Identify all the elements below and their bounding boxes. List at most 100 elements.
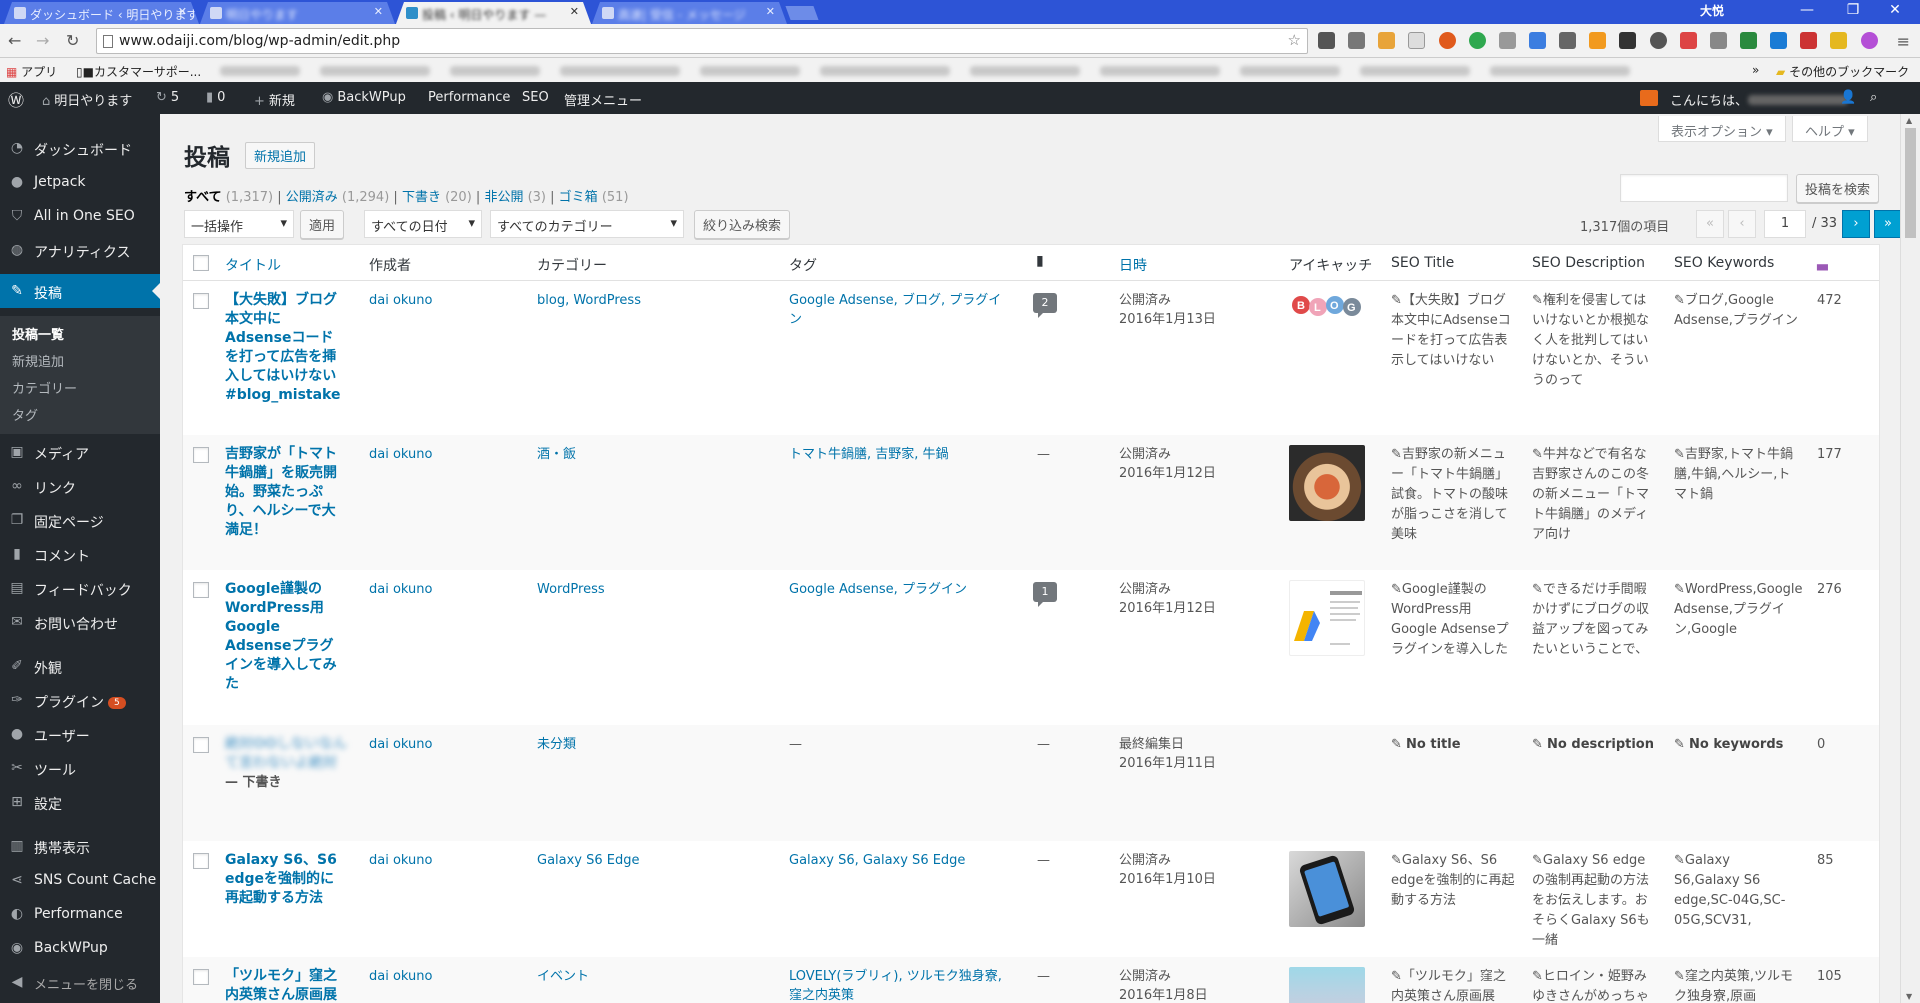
extension-icon[interactable]: [1559, 32, 1577, 49]
tag-link[interactable]: トマト牛鍋膳, 吉野家, 牛鍋: [789, 447, 949, 462]
row-checkbox[interactable]: [193, 737, 209, 753]
extension-icon[interactable]: [1739, 32, 1757, 49]
pencil-icon[interactable]: ✎: [1674, 969, 1685, 984]
author-link[interactable]: dai okuno: [369, 582, 432, 597]
extension-icon[interactable]: [1800, 32, 1818, 49]
bulk-action-select[interactable]: 一括操作: [184, 210, 294, 238]
sidebar-collapse-menu[interactable]: ◀ メニューを閉じる: [0, 965, 160, 999]
extension-icon[interactable]: [1770, 32, 1788, 49]
comments-link[interactable]: ▮ 0: [206, 90, 225, 105]
post-title-link[interactable]: 【大失敗】ブログ本文中にAdsenseコードを打って広告を挿入してはいけない #…: [225, 291, 347, 405]
close-icon[interactable]: ✕: [766, 5, 775, 18]
amazon-icon[interactable]: [1589, 32, 1607, 49]
tag-link[interactable]: LOVELY(ラブリィ), ツルモク独身寮, 窪之内英策: [789, 969, 1002, 1003]
minimize-icon[interactable]: —: [1784, 2, 1830, 18]
sidebar-item-performance[interactable]: ◐ Performance: [0, 897, 160, 931]
filter-published[interactable]: 公開済み: [286, 190, 338, 205]
sidebar-item-posts[interactable]: ✎ 投稿: [0, 274, 160, 308]
star-icon[interactable]: ☆: [1288, 31, 1301, 49]
pencil-icon[interactable]: ✎: [1532, 737, 1543, 752]
close-icon[interactable]: ✕: [178, 5, 187, 18]
browser-tab-blog[interactable]: 明日やります ✕: [200, 2, 395, 24]
sidebar-item-analytics[interactable]: ◍ アナリティクス: [0, 233, 160, 267]
close-icon[interactable]: ✕: [374, 5, 383, 18]
first-page-button[interactable]: «: [1696, 210, 1724, 238]
submenu-tags[interactable]: タグ: [12, 405, 38, 424]
author-link[interactable]: dai okuno: [369, 293, 432, 308]
author-link[interactable]: dai okuno: [369, 737, 432, 752]
pencil-icon[interactable]: ✎: [1674, 293, 1685, 308]
close-icon[interactable]: ✕: [570, 5, 579, 18]
sidebar-item-settings[interactable]: ⊞ 設定: [0, 785, 160, 819]
column-date[interactable]: 日時: [1119, 255, 1147, 275]
current-page-input[interactable]: 1: [1764, 210, 1806, 238]
sidebar-item-media[interactable]: ▣ メディア: [0, 435, 160, 469]
pencil-icon[interactable]: ✎: [1391, 582, 1402, 597]
category-link[interactable]: イベント: [537, 969, 589, 984]
comment-count-badge[interactable]: 1: [1033, 582, 1057, 607]
cast-icon[interactable]: [1498, 32, 1516, 49]
extension-icon[interactable]: [1408, 32, 1426, 49]
post-title-link[interactable]: 吉野家が「トマト牛鍋膳」を販売開始。野菜たっぷり、ヘルシーで大満足！: [225, 445, 347, 540]
bookmark-blurred[interactable]: [970, 65, 1080, 79]
category-link[interactable]: WordPress: [537, 582, 605, 597]
post-search-input[interactable]: [1620, 174, 1788, 202]
extension-icon[interactable]: [1438, 32, 1456, 49]
pencil-icon[interactable]: ✎: [1391, 293, 1402, 308]
bookmark-blurred[interactable]: [1100, 65, 1220, 79]
author-link[interactable]: dai okuno: [369, 969, 432, 984]
bookmark-blurred[interactable]: [1490, 65, 1630, 79]
author-link[interactable]: dai okuno: [369, 447, 432, 462]
category-link[interactable]: 酒・飯: [537, 447, 576, 462]
sidebar-item-mobile[interactable]: ▥ 携帯表示: [0, 829, 160, 863]
wordpress-logo-icon[interactable]: Ⓦ: [8, 87, 24, 111]
comment-column-icon[interactable]: ▮: [1036, 253, 1044, 269]
filter-drafts[interactable]: 下書き: [402, 190, 441, 205]
sidebar-item-sns-count-cache[interactable]: ⋖ SNS Count Cache: [0, 863, 160, 897]
extension-icon[interactable]: [1860, 32, 1878, 49]
sidebar-item-feedback[interactable]: ▤ フィードバック: [0, 571, 160, 605]
pencil-icon[interactable]: ✎: [1532, 853, 1543, 868]
search-icon[interactable]: ⌕: [1870, 90, 1877, 105]
sidebar-item-users[interactable]: ● ユーザー: [0, 717, 160, 751]
bookmark-blurred[interactable]: [450, 65, 540, 79]
extension-icon[interactable]: [1378, 32, 1396, 49]
pencil-icon[interactable]: ✎: [1674, 447, 1685, 462]
updates-link[interactable]: ↻ 5: [156, 90, 179, 105]
comment-count-badge[interactable]: 2: [1033, 293, 1057, 318]
row-checkbox[interactable]: [193, 293, 209, 309]
tag-link[interactable]: Google Adsense, ブログ, プラグイン: [789, 293, 1001, 327]
extension-icon[interactable]: [1318, 32, 1335, 49]
sidebar-item-comments[interactable]: ▮ コメント: [0, 537, 160, 571]
browser-tab-posts[interactable]: 投稿 ‹ 明日やります — ✕: [396, 2, 591, 24]
bookmark-blurred[interactable]: [220, 65, 300, 79]
clock-icon[interactable]: [1649, 32, 1667, 49]
pencil-icon[interactable]: ✎: [1674, 582, 1685, 597]
seo-link[interactable]: SEO: [522, 90, 549, 105]
post-title-link[interactable]: 「ツルモク」窪之内英策さん原画展: [225, 967, 347, 1003]
bookmark-blurred[interactable]: [320, 65, 430, 79]
scroll-down-icon[interactable]: ▼: [1906, 992, 1912, 1001]
next-page-button[interactable]: ›: [1842, 210, 1870, 238]
column-title[interactable]: タイトル: [225, 255, 281, 275]
bookmark-customer-support[interactable]: ▯■カスタマーサポー...: [76, 63, 201, 80]
search-posts-button[interactable]: 投稿を検索: [1796, 174, 1880, 203]
prev-page-button[interactable]: ‹: [1728, 210, 1756, 238]
reload-icon[interactable]: ↻: [66, 31, 79, 50]
extension-icon[interactable]: [1679, 32, 1697, 49]
tag-link[interactable]: Google Adsense, プラグイン: [789, 582, 967, 597]
submenu-all-posts[interactable]: 投稿一覧: [12, 324, 64, 343]
scroll-up-icon[interactable]: ▲: [1906, 116, 1912, 125]
extension-icon[interactable]: [1709, 32, 1727, 49]
category-link[interactable]: 未分類: [537, 737, 576, 752]
sidebar-item-backwpup[interactable]: ◉ BackWPup: [0, 931, 160, 965]
back-icon[interactable]: ←: [8, 31, 21, 50]
date-filter-select[interactable]: すべての日付: [364, 210, 482, 238]
category-link[interactable]: Galaxy S6 Edge: [537, 853, 640, 868]
backwpup-link[interactable]: ◉ BackWPup: [322, 90, 406, 105]
pencil-icon[interactable]: ✎: [1674, 737, 1685, 752]
bookmark-blurred[interactable]: [1360, 65, 1470, 79]
user-icon[interactable]: 👤: [1840, 90, 1856, 105]
forward-icon[interactable]: →: [36, 31, 49, 50]
sidebar-item-links[interactable]: ∞ リンク: [0, 469, 160, 503]
